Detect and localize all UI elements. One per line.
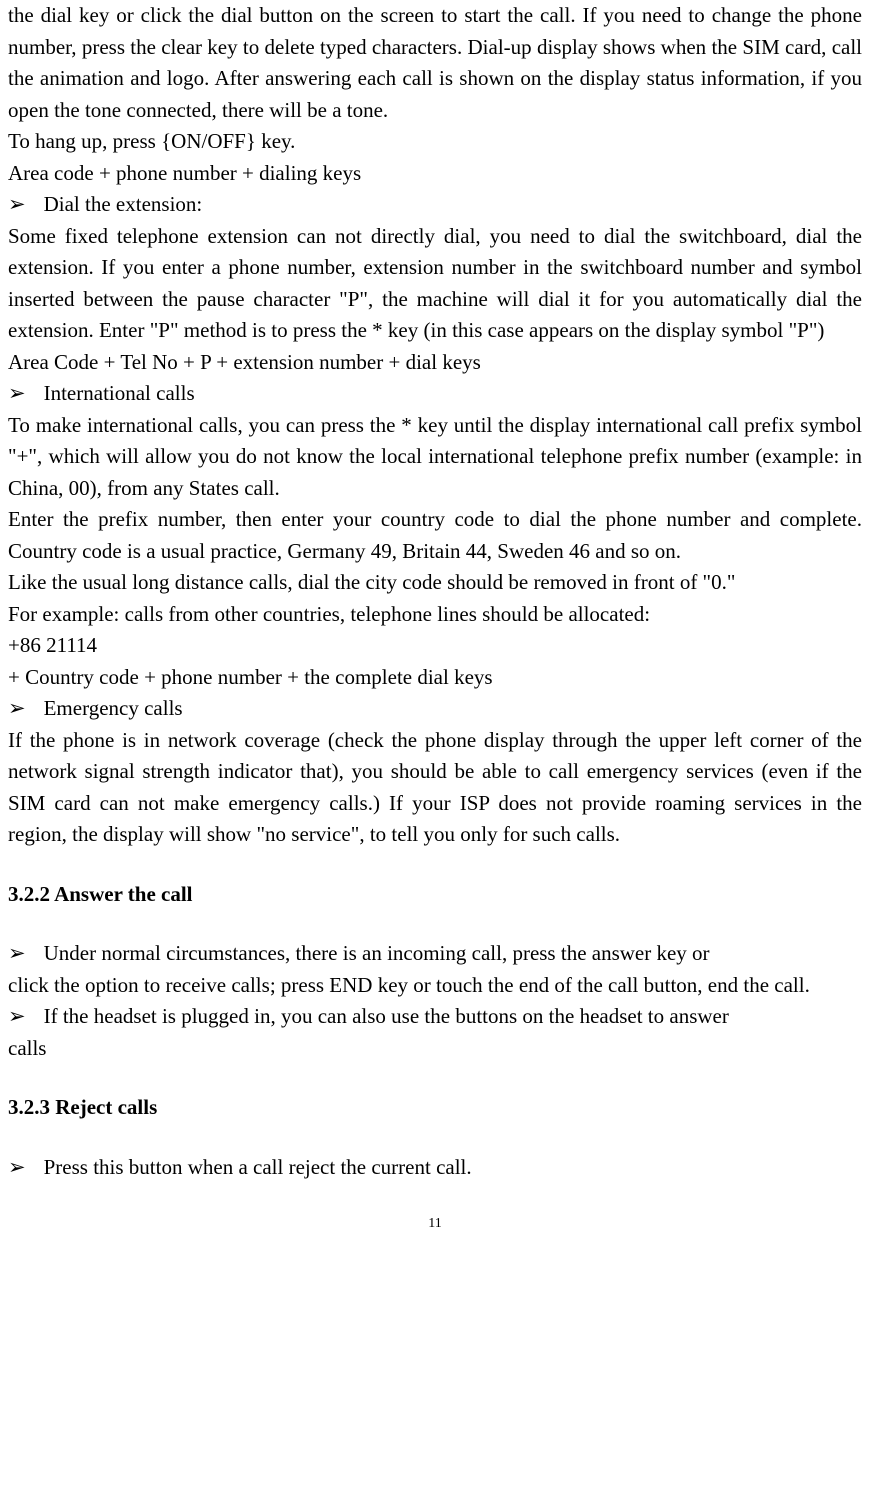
paragraph-extension-format: Area Code + Tel No + P + extension numbe…: [8, 347, 862, 379]
page-number: 11: [8, 1213, 862, 1234]
bullet-answer-normal: ➢ Under normal circumstances, there is a…: [8, 938, 862, 970]
bullet-answer-headset: ➢ If the headset is plugged in, you can …: [8, 1001, 862, 1033]
paragraph-intl-2: Enter the prefix number, then enter your…: [8, 504, 862, 567]
bullet-text: If the headset is plugged in, you can al…: [44, 1001, 862, 1033]
paragraph-intl-format: + Country code + phone number + the comp…: [8, 662, 862, 694]
bullet-text: International calls: [44, 378, 862, 410]
bullet-text: Press this button when a call reject the…: [44, 1152, 862, 1184]
heading-answer-call: 3.2.2 Answer the call: [8, 879, 862, 911]
paragraph-intl-1: To make international calls, you can pre…: [8, 410, 862, 505]
bullet-text: Under normal circumstances, there is an …: [44, 938, 862, 970]
paragraph-intl-example: +86 21114: [8, 630, 862, 662]
paragraph-intl-4: For example: calls from other countries,…: [8, 599, 862, 631]
paragraph-intro: the dial key or click the dial button on…: [8, 0, 862, 126]
paragraph-extension-desc: Some fixed telephone extension can not d…: [8, 221, 862, 347]
paragraph-intl-3: Like the usual long distance calls, dial…: [8, 567, 862, 599]
bullet-answer-headset-cont: calls: [8, 1033, 862, 1065]
bullet-marker-icon: ➢: [8, 378, 26, 410]
bullet-text: Dial the extension:: [44, 189, 862, 221]
bullet-marker-icon: ➢: [8, 938, 26, 970]
bullet-emergency: ➢ Emergency calls: [8, 693, 862, 725]
bullet-marker-icon: ➢: [8, 189, 26, 221]
bullet-marker-icon: ➢: [8, 1001, 26, 1033]
bullet-text: Emergency calls: [44, 693, 862, 725]
heading-reject-calls: 3.2.3 Reject calls: [8, 1092, 862, 1124]
paragraph-hangup: To hang up, press {ON/OFF} key.: [8, 126, 862, 158]
bullet-marker-icon: ➢: [8, 693, 26, 725]
bullet-marker-icon: ➢: [8, 1152, 26, 1184]
bullet-dial-extension: ➢ Dial the extension:: [8, 189, 862, 221]
bullet-reject: ➢ Press this button when a call reject t…: [8, 1152, 862, 1184]
paragraph-areacode: Area code + phone number + dialing keys: [8, 158, 862, 190]
bullet-international: ➢ International calls: [8, 378, 862, 410]
bullet-answer-normal-cont: click the option to receive calls; press…: [8, 970, 862, 1002]
paragraph-emergency-desc: If the phone is in network coverage (che…: [8, 725, 862, 851]
